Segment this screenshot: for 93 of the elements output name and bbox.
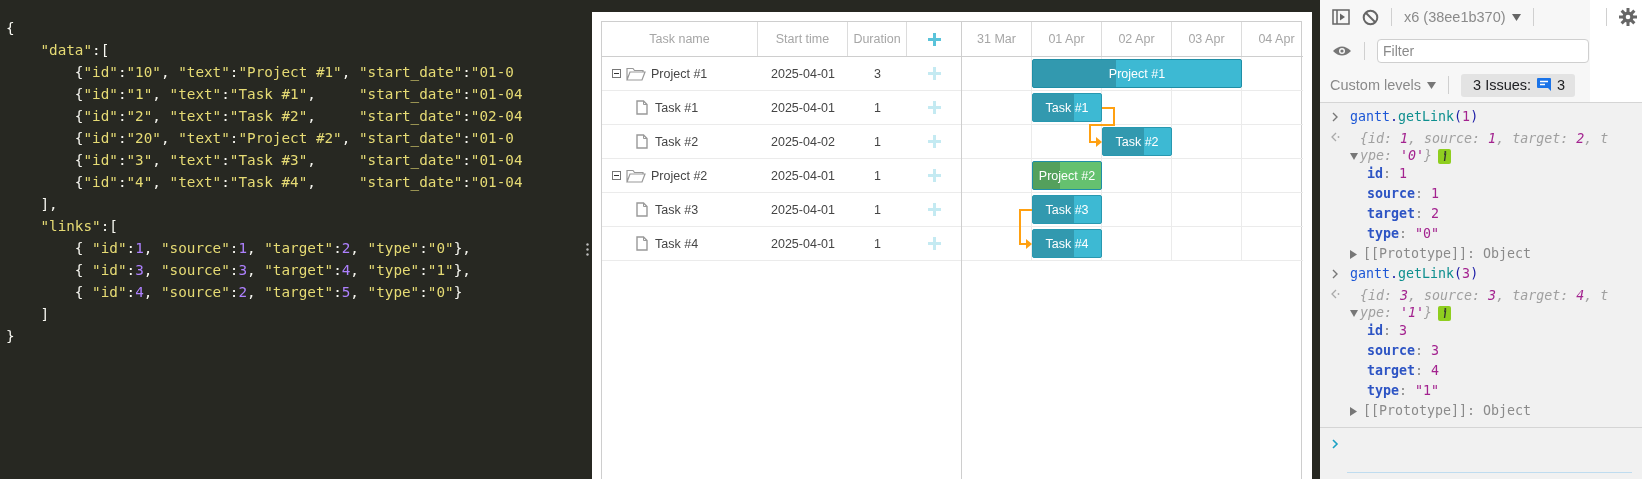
chevron-icon	[1331, 439, 1339, 449]
object-property: target: 2	[1366, 205, 1441, 223]
link-arrow[interactable]	[1019, 209, 1033, 249]
column-header: Task name	[602, 22, 758, 56]
caret-icon	[1511, 13, 1521, 21]
code-line: {"id":"2", "text":"Task #2", "start_date":"02-04	[73, 107, 524, 127]
start-date: 2025-04-01	[770, 202, 836, 217]
code-line: {"id":"20", "text":"Project #2", "start_date":"01-0	[73, 129, 515, 149]
folder-icon	[626, 66, 646, 81]
task-name: Task #3	[655, 202, 699, 217]
code-line: {"id":"4", "text":"Task #4", "start_date":"01-04	[73, 173, 524, 193]
duration: 1	[873, 168, 882, 183]
object-property: type: "1"	[1366, 382, 1441, 400]
code-line: {"id":"10", "text":"Project #1", "start_date":"01-0	[73, 63, 515, 83]
console-command: gantt.getLink(1)	[1350, 108, 1479, 126]
start-date: 2025-04-02	[770, 134, 836, 149]
prototype-label: [[Prototype]]: Object	[1363, 402, 1532, 420]
task-bar[interactable]: Task #4	[1032, 229, 1102, 258]
caret-icon	[1427, 81, 1437, 89]
code-line: "data":[	[39, 41, 111, 60]
object-property: target: 4	[1366, 362, 1441, 380]
duration: 1	[873, 134, 882, 149]
filter-field[interactable]: Filter	[1377, 39, 1589, 63]
duration: 1	[873, 202, 882, 217]
console-command: gantt.getLink(3)	[1350, 265, 1479, 283]
code-line: }	[5, 327, 16, 346]
code-line: {"id":"3", "text":"Task #3", "start_date":"01-04	[73, 151, 524, 171]
code-line: ]	[39, 305, 51, 324]
object-summary: {id: 3, source: 3, target: 4, type: '1'}	[1360, 287, 1610, 321]
object-property: type: "0"	[1366, 225, 1441, 243]
task-name: Task #1	[655, 100, 699, 115]
eye-icon[interactable]	[1332, 45, 1352, 57]
message-icon	[1537, 78, 1552, 92]
project-bar[interactable]: Project #1	[1032, 59, 1242, 88]
object-property: id: 1	[1366, 165, 1409, 183]
start-date: 2025-04-01	[770, 236, 836, 251]
project-bar[interactable]: Project #2	[1032, 161, 1102, 190]
start-date: 2025-04-01	[770, 100, 836, 115]
collapse-icon[interactable]	[612, 69, 621, 78]
add-icon[interactable]	[927, 32, 941, 46]
start-date: 2025-04-01	[770, 168, 836, 183]
file-icon	[636, 236, 648, 251]
file-icon	[636, 134, 648, 149]
duration: 1	[873, 236, 882, 251]
start-date: 2025-04-01	[770, 66, 836, 81]
code-line: {	[5, 19, 16, 38]
scale-date: 31 Mar	[962, 22, 1032, 56]
code-line: { "id":3, "source":3, "target":4, "type":"1"},	[73, 261, 472, 280]
levels-dropdown[interactable]: Custom levels	[1330, 77, 1437, 93]
code-line: {"id":"1", "text":"Task #1", "start_date":"01-04	[73, 85, 524, 105]
column-header: Duration	[848, 22, 907, 56]
expand-icon[interactable]	[1350, 406, 1357, 416]
link-arrow[interactable]	[1089, 107, 1115, 147]
sidebar-toggle-icon[interactable]	[1332, 9, 1350, 25]
object-property: id: 3	[1366, 322, 1409, 340]
code-line: ],	[39, 195, 59, 214]
collapse-icon[interactable]	[612, 171, 621, 180]
code-line: "links":[	[39, 217, 119, 236]
file-icon	[636, 202, 648, 217]
expand-icon[interactable]	[1350, 249, 1357, 259]
prototype-label: [[Prototype]]: Object	[1363, 245, 1532, 263]
scale-date: 04 Apr	[1242, 22, 1303, 56]
code-line: { "id":1, "source":1, "target":2, "type":"0"},	[73, 239, 472, 258]
task-bar[interactable]: Task #3	[1032, 195, 1102, 224]
chevron-icon	[1331, 269, 1339, 279]
task-bar[interactable]: Task #2	[1102, 127, 1172, 156]
task-name: Project #2	[651, 168, 708, 183]
duration: 3	[873, 66, 882, 81]
context-dropdown[interactable]: x6 (38ee1b370)	[1404, 9, 1521, 25]
info-icon	[1438, 305, 1452, 321]
info-icon	[1438, 148, 1452, 164]
issues-button[interactable]: 3 Issues: 3	[1461, 73, 1576, 97]
task-name: Project #1	[651, 66, 708, 81]
task-name: Task #2	[655, 134, 699, 149]
code-line: { "id":4, "source":2, "target":5, "type":"0"}	[73, 283, 464, 302]
duration: 1	[873, 100, 882, 115]
scale-date: 01 Apr	[1032, 22, 1102, 56]
scale-date: 03 Apr	[1172, 22, 1242, 56]
settings-icon[interactable]	[1619, 8, 1637, 26]
folder-icon	[626, 168, 646, 183]
return-icon	[1330, 289, 1340, 299]
chevron-icon	[1331, 112, 1339, 122]
splitter-handle-icon[interactable]	[585, 243, 589, 256]
return-icon	[1330, 132, 1340, 142]
object-property: source: 1	[1366, 185, 1441, 203]
scale-date: 02 Apr	[1102, 22, 1172, 56]
file-icon	[636, 100, 648, 115]
task-bar[interactable]: Task #1	[1032, 93, 1102, 122]
task-name: Task #4	[655, 236, 699, 251]
object-summary: {id: 1, source: 1, target: 2, type: '0'}	[1360, 130, 1610, 164]
clear-icon[interactable]	[1362, 8, 1379, 26]
object-property: source: 3	[1366, 342, 1441, 360]
column-header: Start time	[758, 22, 848, 56]
